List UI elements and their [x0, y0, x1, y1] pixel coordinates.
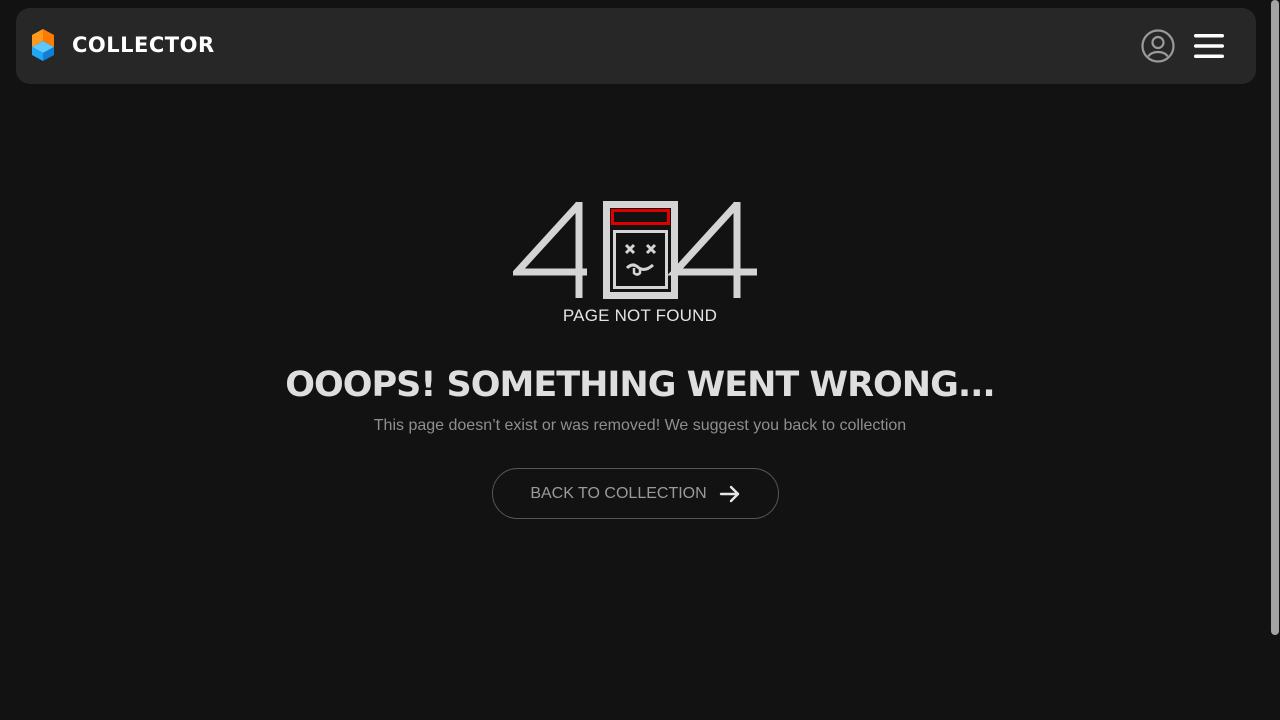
- page-scrollbar[interactable]: [1270, 0, 1280, 720]
- collector-logo-icon: [32, 29, 54, 61]
- user-account-icon[interactable]: [1141, 29, 1175, 63]
- digit-four-left: [513, 201, 587, 298]
- broken-page-icon: [603, 201, 678, 299]
- hamburger-menu-icon[interactable]: [1192, 32, 1226, 60]
- page-not-found-label: PAGE NOT FOUND: [562, 306, 718, 325]
- error-page: COLLECTOR PAGE NOT FOUND OOOPS! SOMETHIN…: [0, 0, 1280, 720]
- brand-name: COLLECTOR: [72, 32, 215, 57]
- digit-four-right: [667, 201, 757, 298]
- back-button-label: BACK TO COLLECTION: [530, 484, 707, 502]
- error-headline: OOOPS! SOMETHING WENT WRONG...: [285, 365, 995, 405]
- arrow-right-icon: [719, 485, 739, 502]
- scrollbar-thumb[interactable]: [1271, 0, 1279, 635]
- top-header: COLLECTOR: [16, 8, 1256, 84]
- error-message: This page doesn’t exist or was removed! …: [373, 417, 907, 434]
- brand-logo-link[interactable]: COLLECTOR: [32, 29, 215, 61]
- 404-illustration: [513, 201, 757, 299]
- back-to-collection-button[interactable]: BACK TO COLLECTION: [492, 468, 779, 519]
